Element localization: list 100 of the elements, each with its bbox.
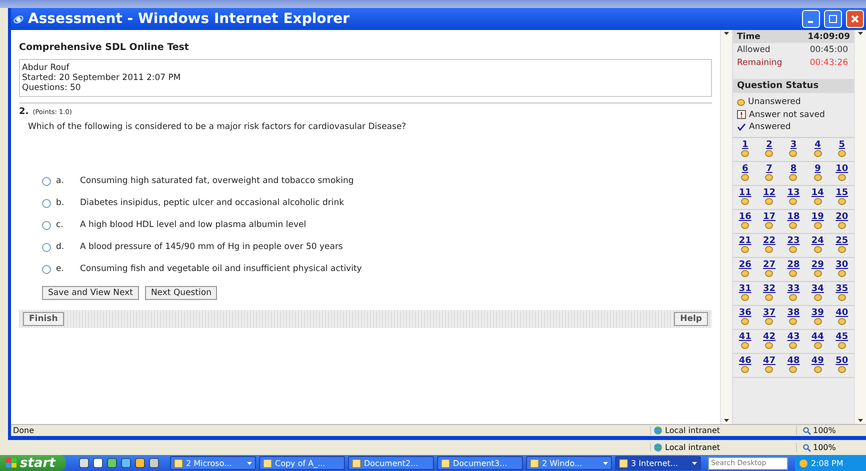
browser-icon: [13, 14, 24, 24]
question-link[interactable]: 2: [766, 141, 772, 150]
question-link[interactable]: 19: [811, 213, 824, 222]
question-link[interactable]: 18: [787, 213, 800, 222]
question-link[interactable]: 40: [836, 309, 848, 318]
task-button[interactable]: 3 Internet...: [615, 456, 701, 470]
question-link[interactable]: 23: [787, 237, 800, 246]
timer-label: Remaining: [737, 58, 782, 68]
zoom-text[interactable]: 100%: [813, 426, 836, 435]
task-button[interactable]: 2 Windo...: [526, 456, 612, 470]
close-button[interactable]: [846, 10, 864, 28]
question-link[interactable]: 43: [787, 333, 800, 342]
task-button[interactable]: Copy of A_...: [259, 456, 345, 470]
question-link[interactable]: 9: [814, 165, 821, 174]
question-link[interactable]: 36: [738, 309, 752, 318]
question-link[interactable]: 7: [766, 165, 772, 174]
status-dot: [814, 150, 822, 157]
question-link[interactable]: 4: [814, 141, 821, 150]
scrollbar[interactable]: [854, 30, 866, 424]
status-dot: [838, 246, 846, 253]
question-link[interactable]: 26: [738, 261, 752, 270]
question-link[interactable]: 32: [763, 285, 776, 294]
question-link[interactable]: 17: [763, 213, 776, 222]
question-link[interactable]: 5: [838, 141, 846, 150]
timer-value: 00:43:26: [810, 58, 848, 68]
question-number: 2.: [19, 107, 29, 117]
status-dot: [765, 174, 774, 181]
question-link[interactable]: 35: [836, 285, 848, 294]
question-link[interactable]: 34: [811, 285, 824, 294]
question-link[interactable]: 21: [738, 237, 752, 246]
question-link[interactable]: 42: [763, 333, 776, 342]
radio-button[interactable]: [42, 176, 51, 186]
question-link[interactable]: 16: [738, 213, 752, 222]
circle-icon: [737, 98, 745, 106]
question-link[interactable]: 27: [763, 261, 776, 270]
question-link[interactable]: 46: [738, 357, 752, 366]
status-dot: [741, 270, 750, 277]
question-link[interactable]: 39: [811, 309, 824, 318]
status-dot: [789, 150, 798, 157]
question-link[interactable]: 20: [836, 213, 848, 222]
question-link[interactable]: 12: [763, 189, 776, 198]
question-link[interactable]: 6: [742, 165, 748, 174]
task-button[interactable]: 2 Microso...: [170, 456, 256, 470]
info-text: Questions: 50: [22, 83, 82, 93]
question-link[interactable]: 50: [836, 357, 848, 366]
question-link[interactable]: 24: [811, 237, 824, 246]
question-link[interactable]: 45: [836, 333, 848, 342]
caret-icon: [603, 462, 608, 464]
caret-icon: [858, 419, 863, 422]
status-dot: [741, 222, 750, 229]
action-button[interactable]: Next Question: [144, 286, 218, 300]
question-link[interactable]: 37: [763, 309, 776, 318]
question-link[interactable]: 3: [790, 141, 797, 150]
question-link[interactable]: 15: [836, 189, 848, 198]
minimize-button[interactable]: [802, 10, 820, 28]
question-link[interactable]: 25: [836, 237, 848, 246]
zoom-text[interactable]: 100%: [813, 443, 836, 452]
scrollbar[interactable]: [720, 30, 732, 424]
status-dot: [789, 198, 798, 205]
finish-button[interactable]: Finish: [23, 312, 64, 326]
status-dot: [789, 222, 798, 229]
info-text: Abdur Rouf: [22, 63, 70, 73]
status-dot: [741, 342, 750, 349]
maximize-button[interactable]: [824, 10, 842, 28]
question-link[interactable]: 1: [742, 141, 748, 150]
question-link[interactable]: 14: [811, 189, 824, 198]
status-dot: [838, 294, 846, 301]
window-title: Assessment - Windows Internet Explorer: [28, 11, 351, 27]
question-link[interactable]: 11: [738, 189, 752, 198]
status-text: Done: [12, 426, 36, 435]
legend-label: Unanswered: [748, 97, 801, 108]
question-link[interactable]: 30: [836, 261, 848, 270]
radio-button[interactable]: [42, 242, 51, 252]
zoom-icon: [803, 444, 811, 452]
question-link[interactable]: 49: [811, 357, 824, 366]
question-link[interactable]: 41: [738, 333, 752, 342]
question-link[interactable]: 38: [787, 309, 800, 318]
info-text: Started: 20 September 2011 2:07 PM: [22, 73, 182, 83]
radio-button[interactable]: [42, 220, 51, 230]
question-link[interactable]: 8: [790, 165, 797, 174]
task-button[interactable]: Document2...: [348, 456, 434, 470]
question-link[interactable]: 13: [787, 189, 800, 198]
close-icon: [851, 15, 859, 23]
radio-button[interactable]: [42, 264, 51, 274]
question-link[interactable]: 47: [763, 357, 776, 366]
question-link[interactable]: 31: [738, 285, 752, 294]
legend-label: Answered: [749, 122, 791, 132]
question-link[interactable]: 22: [763, 237, 776, 246]
question-link[interactable]: 44: [811, 333, 824, 342]
radio-button[interactable]: [42, 198, 51, 208]
action-button[interactable]: Save and View Next: [42, 286, 139, 300]
question-link[interactable]: 28: [787, 261, 800, 270]
question-link[interactable]: 10: [836, 165, 848, 174]
question-link[interactable]: 48: [787, 357, 800, 366]
caret-icon: [724, 32, 729, 35]
task-button[interactable]: Document3...: [437, 456, 523, 470]
help-button[interactable]: Help: [674, 312, 708, 326]
status-dot: [838, 270, 846, 277]
question-link[interactable]: 29: [811, 261, 824, 270]
question-link[interactable]: 33: [787, 285, 800, 294]
